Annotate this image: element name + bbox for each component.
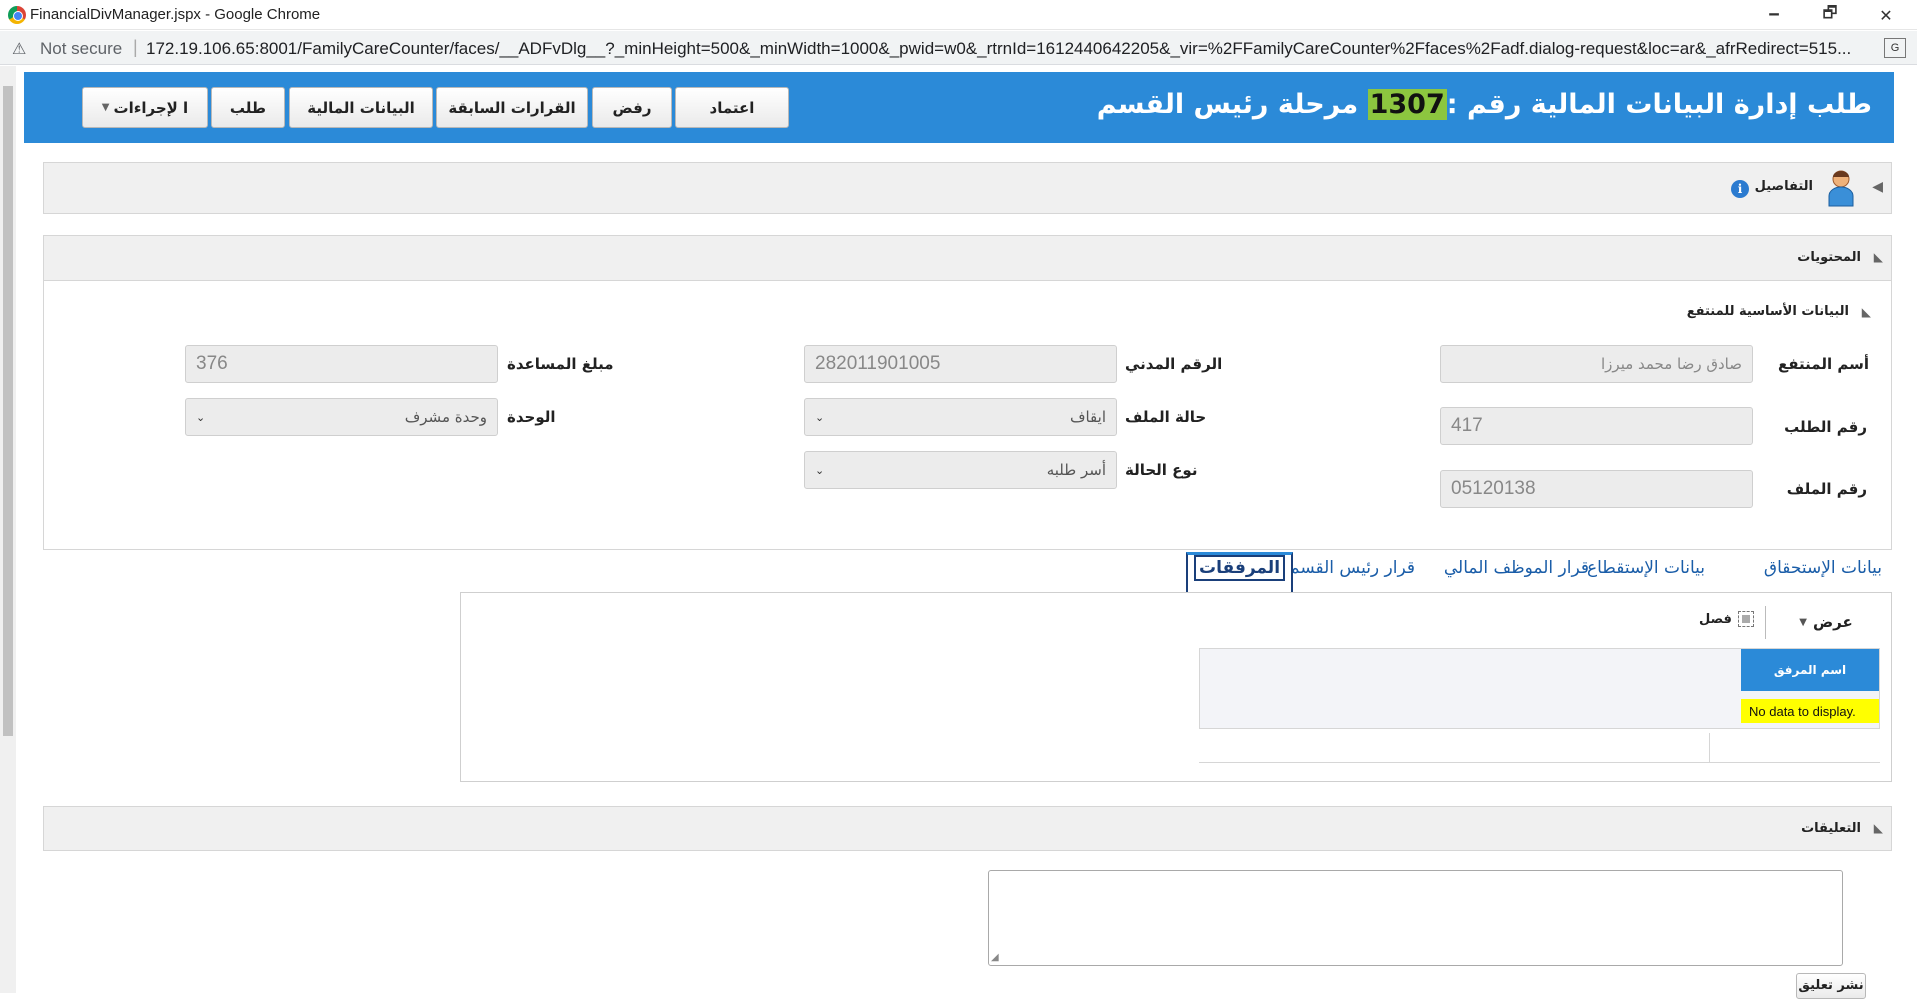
detach-button[interactable]: فصل bbox=[1699, 611, 1754, 627]
financial-data-button[interactable]: البيانات المالية bbox=[289, 87, 433, 128]
civil-id-label: الرقم المدني bbox=[1125, 355, 1223, 373]
file-number-label: رقم الملف bbox=[1786, 480, 1867, 498]
separator: | bbox=[133, 37, 138, 57]
file-status-label: حالة الملف bbox=[1125, 408, 1207, 426]
comment-textarea[interactable]: ◢ bbox=[988, 870, 1843, 966]
tab-eligibility[interactable]: بيانات الإستحقاق bbox=[1764, 558, 1882, 578]
expand-triangle-icon[interactable]: ◣ bbox=[1874, 821, 1883, 835]
title-suffix: مرحلة رئيس القسم bbox=[1096, 89, 1368, 120]
comments-label: التعليقات bbox=[1801, 821, 1861, 836]
detach-icon bbox=[1737, 611, 1754, 627]
details-panel[interactable]: ◀ التفاصيل i bbox=[43, 162, 1892, 214]
user-icon bbox=[1827, 169, 1855, 207]
request-number-field[interactable]: 417 bbox=[1440, 407, 1753, 445]
expand-triangle-icon[interactable]: ◣ bbox=[1874, 250, 1883, 264]
contents-header[interactable]: ◣ المحتويات bbox=[43, 235, 1892, 281]
attachments-table: اسم المرفق No data to display. bbox=[1199, 648, 1880, 729]
detach-label: فصل bbox=[1699, 611, 1732, 627]
chevron-down-icon: ▼ bbox=[1799, 616, 1807, 628]
file-status-value: ايقاف bbox=[1069, 408, 1106, 426]
view-label: عرض bbox=[1812, 613, 1853, 631]
file-number-field[interactable]: 05120138 bbox=[1440, 470, 1753, 508]
view-menu[interactable]: عرض ▼ bbox=[1771, 605, 1881, 639]
resize-handle-icon[interactable]: ◢ bbox=[991, 952, 999, 963]
chevron-down-icon: ⌄ bbox=[196, 410, 206, 424]
publish-comment-button[interactable]: نشر تعليق bbox=[1796, 973, 1866, 999]
file-status-select[interactable]: ايقاف ⌄ bbox=[804, 398, 1117, 436]
case-type-select[interactable]: أسر طلبه ⌄ bbox=[804, 451, 1117, 489]
table-footer bbox=[1199, 729, 1880, 763]
scrollbar[interactable] bbox=[0, 66, 16, 993]
collapse-arrow-icon[interactable]: ◀ bbox=[1872, 179, 1883, 195]
attachments-panel: عرض ▼ فصل اسم المرفق No data to display. bbox=[460, 592, 1892, 782]
request-number-highlight: 1307 bbox=[1367, 89, 1447, 120]
tab-financial-officer[interactable]: قرار الموظف المالي bbox=[1444, 558, 1589, 578]
chevron-down-icon: ⌄ bbox=[815, 410, 825, 424]
warning-icon: ⚠ bbox=[12, 41, 27, 58]
chevron-down-icon: ⌄ bbox=[815, 463, 825, 477]
request-button[interactable]: طلب bbox=[211, 87, 285, 128]
chrome-icon bbox=[8, 6, 26, 24]
approve-button[interactable]: اعتماد bbox=[675, 87, 789, 128]
window-titlebar: FinancialDivManager.jspx - Google Chrome… bbox=[0, 0, 1917, 30]
beneficiary-name-label: أسم المنتفع bbox=[1778, 355, 1869, 373]
details-label: التفاصيل bbox=[1754, 179, 1813, 194]
translate-icon[interactable]: G bbox=[1884, 38, 1906, 58]
request-number-label: رقم الطلب bbox=[1784, 418, 1867, 436]
case-type-label: نوع الحالة bbox=[1125, 461, 1198, 479]
attachment-name-column-header[interactable]: اسم المرفق bbox=[1741, 649, 1879, 691]
actions-menu-button[interactable]: ▼ ا لإجراءات bbox=[82, 87, 208, 128]
unit-label: الوحدة bbox=[507, 408, 556, 426]
aid-amount-field[interactable]: 376 bbox=[185, 345, 498, 383]
reject-button[interactable]: رفض bbox=[592, 87, 672, 128]
contents-body: ◣ البيانات الأساسية للمنتفع أسم المنتفع … bbox=[43, 281, 1892, 550]
unit-select[interactable]: وحدة مشرف ⌄ bbox=[185, 398, 498, 436]
unit-value: وحدة مشرف bbox=[404, 408, 487, 426]
actions-label: ا لإجراءات bbox=[113, 98, 189, 117]
close-button[interactable]: ✕ bbox=[1858, 0, 1914, 30]
url-text[interactable]: 172.19.106.65:8001/FamilyCareCounter/fac… bbox=[146, 39, 1866, 59]
aid-amount-label: مبلغ المساعدة bbox=[507, 355, 614, 373]
tab-head-decision[interactable]: قرار رئيس القسم bbox=[1289, 558, 1415, 578]
security-indicator[interactable]: Not secure bbox=[40, 39, 122, 59]
comments-header[interactable]: ◣ التعليقات bbox=[43, 806, 1892, 851]
info-icon[interactable]: i bbox=[1731, 180, 1749, 198]
maximize-button[interactable]: 🗗 bbox=[1802, 0, 1858, 30]
toolbar-divider bbox=[1765, 606, 1766, 639]
case-type-value: أسر طلبه bbox=[1046, 461, 1106, 479]
tab-attachments-label: المرفقات bbox=[1194, 555, 1286, 581]
address-bar[interactable]: ⚠ Not secure | 172.19.106.65:8001/Family… bbox=[0, 31, 1917, 65]
window-title: FinancialDivManager.jspx - Google Chrome bbox=[30, 6, 321, 23]
contents-label: المحتويات bbox=[1797, 250, 1861, 265]
section-triangle-icon[interactable]: ◣ bbox=[1862, 305, 1871, 319]
civil-id-field[interactable]: 282011901005 bbox=[804, 345, 1117, 383]
scrollbar-thumb[interactable] bbox=[3, 86, 13, 736]
tab-attachments[interactable]: المرفقات bbox=[1186, 552, 1294, 592]
title-prefix: طلب إدارة البيانات المالية رقم : bbox=[1446, 89, 1872, 120]
minimize-button[interactable]: 🗕 bbox=[1746, 0, 1802, 30]
page-title: طلب إدارة البيانات المالية رقم :1307 مرح… bbox=[1097, 89, 1872, 120]
footer-divider bbox=[1709, 733, 1710, 763]
tab-deduction[interactable]: بيانات الإستقطاع bbox=[1587, 558, 1705, 578]
beneficiary-section-label: البيانات الأساسية للمنتفع bbox=[1686, 304, 1849, 319]
chevron-down-icon: ▼ bbox=[101, 102, 110, 113]
beneficiary-name-field[interactable]: صادق رضا محمد ميرزا bbox=[1440, 345, 1753, 383]
previous-decisions-button[interactable]: القرارات السابقة bbox=[436, 87, 588, 128]
page-header: طلب إدارة البيانات المالية رقم :1307 مرح… bbox=[24, 72, 1894, 143]
empty-table-message: No data to display. bbox=[1741, 699, 1879, 723]
